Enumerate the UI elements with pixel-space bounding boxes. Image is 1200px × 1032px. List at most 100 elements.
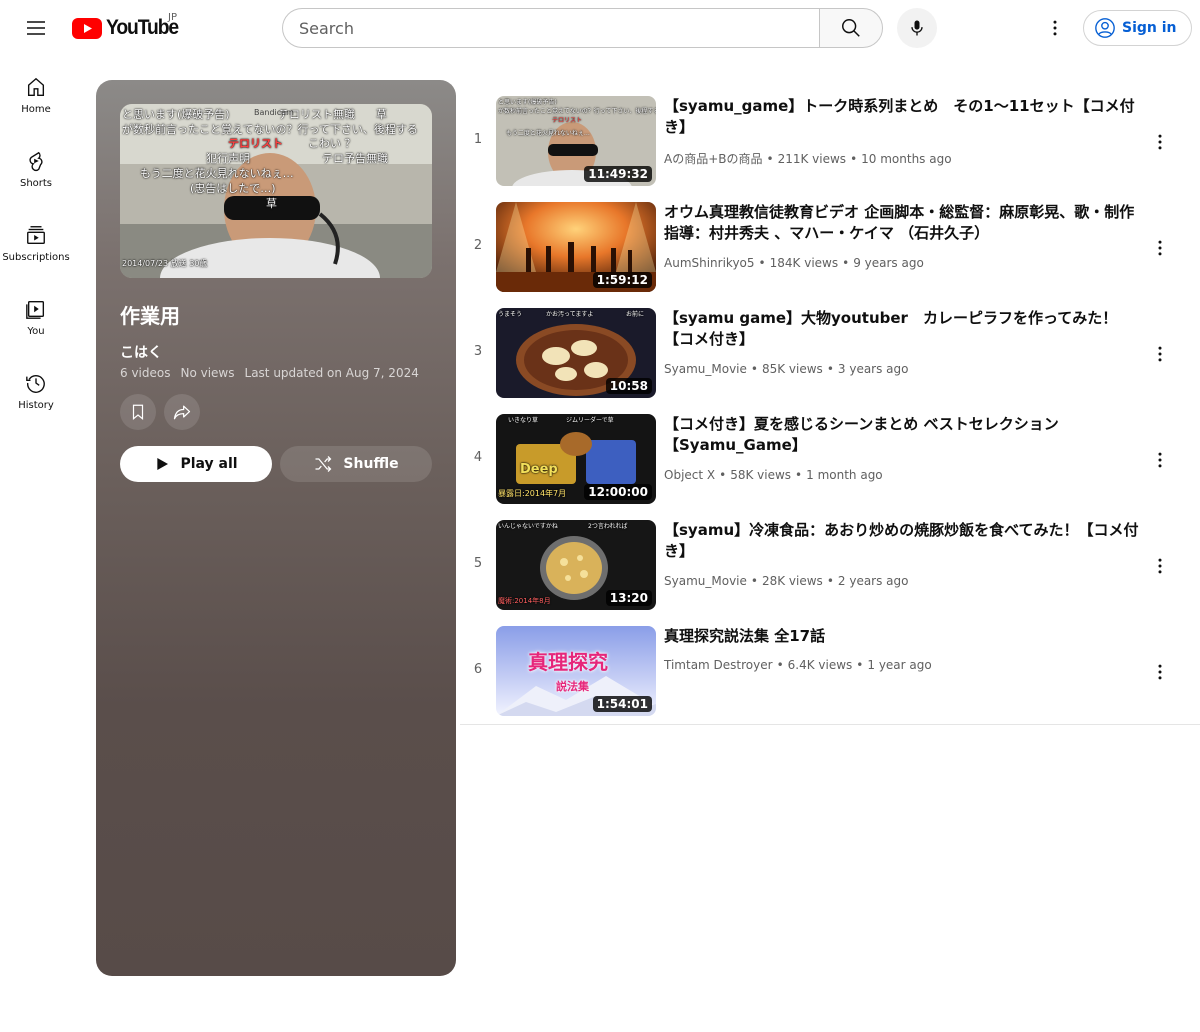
playlist-video-item[interactable]: 6 真理探究 説法集 1:54:01 真理探究説法集 全17話 Timtam D…: [460, 620, 1200, 726]
playlist-video-item[interactable]: 2 1:59:12 オウム真理教信徒教育ビデオ 企画脚本・総監督：麻原彰晃、歌・…: [460, 196, 1200, 302]
history-icon: [26, 375, 45, 393]
video-thumbnail[interactable]: 1:59:12: [496, 202, 656, 292]
share-playlist-button[interactable]: [164, 394, 200, 430]
thumbnail-caption: お前に: [626, 311, 645, 318]
video-action-menu-button[interactable]: [1140, 122, 1180, 162]
voice-search-button[interactable]: [897, 8, 937, 48]
playlist-video-count: 6 videos: [120, 366, 171, 380]
logo-region-code: JP: [168, 12, 177, 23]
video-views: 28K views: [761, 574, 823, 588]
guide-item-subscriptions[interactable]: Subscriptions: [0, 204, 72, 278]
video-age: 9 years ago: [853, 256, 924, 270]
video-action-menu-button[interactable]: [1140, 440, 1180, 480]
playlist-thumbnail[interactable]: と思います(爆破予告) テロリスト無職 草 が数秒前言ったこと覚えてないの？行っ…: [120, 104, 432, 278]
video-title[interactable]: 【syamu】冷凍食品：あおり炒めの焼豚炒飯を食べてみた！【コメ付き】: [664, 520, 1140, 562]
video-channel[interactable]: Object X: [664, 468, 715, 482]
playlist-title: 作業用: [120, 304, 180, 328]
video-channel[interactable]: Syamu_Movie: [664, 574, 747, 588]
playlist-header-panel: と思います(爆破予告) テロリスト無職 草 が数秒前言ったこと覚えてないの？行っ…: [96, 80, 456, 976]
video-age: 1 year ago: [867, 658, 932, 672]
video-meta: Aの商品+Bの商品 • 211K views • 10 months ago: [664, 152, 952, 166]
playlist-video-item[interactable]: 5 いんじゃないですかね 2つ言われれば 魔術:2014年8月 13:20 【s…: [460, 514, 1200, 620]
thumbnail-caption: 説法集: [556, 680, 589, 693]
video-action-menu-button[interactable]: [1140, 334, 1180, 374]
video-duration: 1:59:12: [592, 272, 652, 288]
video-age: 3 years ago: [837, 362, 909, 376]
guide-item-label: You: [27, 326, 45, 337]
hamburger-menu-icon: [27, 21, 45, 35]
video-index: 5: [473, 556, 483, 571]
guide-item-label: Home: [21, 104, 51, 115]
video-age: 2 years ago: [837, 574, 909, 588]
home-icon: [27, 77, 45, 96]
video-views: 58K views: [730, 468, 792, 482]
sign-in-label: Sign in: [1122, 20, 1177, 36]
thumbnail-caption: いんじゃないですかね: [498, 523, 558, 530]
playlist-video-item[interactable]: 3 うまそう かお汚ってますよ お前に 10:58 【syamu game】大物…: [460, 302, 1200, 408]
video-channel[interactable]: AumShinrikyo5: [664, 256, 755, 270]
video-action-menu-button[interactable]: [1140, 546, 1180, 586]
guide-item-home[interactable]: Home: [0, 56, 72, 130]
video-meta: Object X • 58K views • 1 month ago: [664, 468, 883, 482]
search-box: [282, 8, 883, 48]
video-duration: 11:49:32: [584, 166, 652, 182]
guide-item-history[interactable]: History: [0, 352, 72, 426]
video-title[interactable]: 【syamu_game】トーク時系列まとめ その1〜11セット【コメ付き】: [664, 96, 1140, 138]
video-views: 184K views: [769, 256, 839, 270]
video-thumbnail[interactable]: 真理探究 説法集 1:54:01: [496, 626, 656, 716]
guide-item-shorts[interactable]: Shorts: [0, 130, 72, 204]
playlist-owner-link[interactable]: こはく: [120, 342, 162, 362]
video-channel[interactable]: Syamu_Movie: [664, 362, 747, 376]
thumbnail-caption: もう二度と花火見れないねぇ…: [140, 167, 294, 180]
video-thumbnail[interactable]: いんじゃないですかね 2つ言われれば 魔術:2014年8月 13:20: [496, 520, 656, 610]
thumbnail-caption: と思います(爆破予告): [122, 108, 230, 121]
video-views: 85K views: [761, 362, 823, 376]
search-input[interactable]: [282, 8, 819, 48]
thumbnail-caption: 草: [376, 108, 387, 121]
share-icon: [173, 405, 191, 420]
guide-item-you[interactable]: You: [0, 278, 72, 352]
thumbnail-caption: テロリスト: [552, 117, 583, 124]
video-thumbnail[interactable]: Deep 暴露日:2014年7月 いきなり草 ジムリーダーで草 12:00:00: [496, 414, 656, 504]
video-thumbnail[interactable]: と思います(爆破予告) が数秒前言ったこと覚えてないの？行って下さい、後程する …: [496, 96, 656, 186]
settings-menu-button[interactable]: [1035, 8, 1075, 48]
thumbnail-watermark: Bandicam: [254, 108, 294, 117]
video-index: 4: [473, 450, 483, 465]
video-action-menu-button[interactable]: [1140, 228, 1180, 268]
more-vertical-icon: [1053, 20, 1057, 36]
play-all-label: Play all: [180, 456, 238, 472]
video-title[interactable]: 【コメ付き】夏を感じるシーンまとめ ベストセレクション【Syamu_Game】: [664, 414, 1140, 456]
thumbnail-caption: ジムリーダーで草: [566, 417, 614, 424]
playlist-video-list: 1 と思います(爆破予告) が数秒前言ったこと覚えてないの？行って下さい、後程す…: [460, 90, 1200, 726]
guide-item-label: History: [18, 400, 54, 411]
more-vertical-icon: [1158, 134, 1162, 150]
video-duration: 1:54:01: [592, 696, 652, 712]
sign-in-button[interactable]: Sign in: [1083, 10, 1192, 46]
video-index: 2: [473, 238, 483, 253]
search-button[interactable]: [819, 8, 883, 48]
video-title[interactable]: 【syamu game】大物youtuber カレーピラフを作ってみた！【コメ付…: [664, 308, 1140, 350]
video-title[interactable]: オウム真理教信徒教育ビデオ 企画脚本・総監督：麻原彰晃、歌・制作指導：村井秀夫 …: [664, 202, 1140, 244]
thumbnail-caption: (忠告はしたで…): [190, 182, 276, 195]
video-title[interactable]: 真理探究説法集 全17話: [664, 626, 1140, 647]
shuffle-button[interactable]: Shuffle: [280, 446, 432, 482]
shuffle-icon: [315, 456, 332, 472]
more-vertical-icon: [1158, 558, 1162, 574]
video-index: 3: [473, 344, 483, 359]
thumbnail-caption: もう二度と花火見れないねぇ…: [506, 130, 590, 137]
video-action-menu-button[interactable]: [1140, 652, 1180, 692]
more-vertical-icon: [1158, 452, 1162, 468]
video-channel[interactable]: Aの商品+Bの商品: [664, 152, 763, 166]
playlist-last-updated: Last updated on Aug 7, 2024: [244, 366, 419, 380]
video-meta: Syamu_Movie • 85K views • 3 years ago: [664, 362, 909, 376]
save-playlist-button[interactable]: [120, 394, 156, 430]
playlist-video-item[interactable]: 4 Deep 暴露日:2014年7月 いきなり草 ジムリーダーで草 12:00:…: [460, 408, 1200, 514]
guide-menu-button[interactable]: [16, 8, 56, 48]
play-all-button[interactable]: Play all: [120, 446, 272, 482]
playlist-view-count: No views: [180, 366, 235, 380]
playlist-video-item[interactable]: 1 と思います(爆破予告) が数秒前言ったこと覚えてないの？行って下さい、後程す…: [460, 90, 1200, 196]
video-thumbnail[interactable]: うまそう かお汚ってますよ お前に 10:58: [496, 308, 656, 398]
video-index: 1: [473, 132, 483, 147]
video-channel[interactable]: Timtam Destroyer: [664, 658, 773, 672]
more-vertical-icon: [1158, 664, 1162, 680]
